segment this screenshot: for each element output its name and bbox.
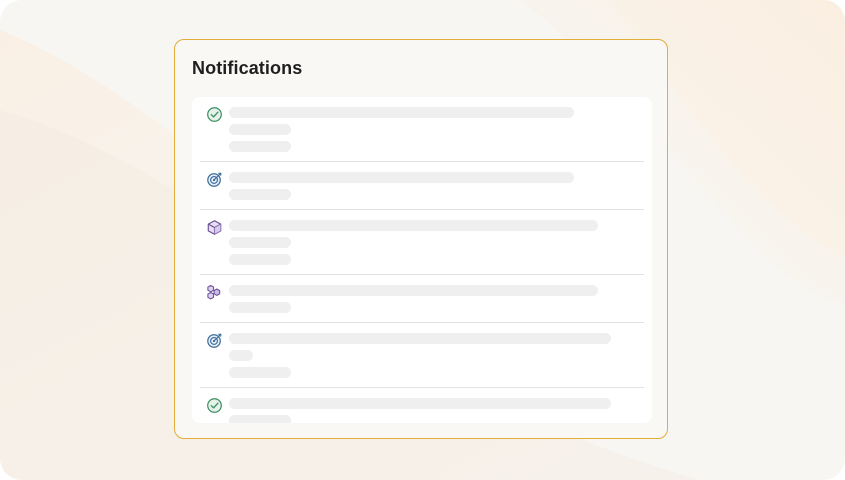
placeholder-line <box>229 172 574 183</box>
target-icon <box>206 171 223 188</box>
placeholder-line <box>229 398 611 409</box>
notifications-list-container[interactable] <box>192 97 652 423</box>
placeholder-lines <box>229 107 644 152</box>
hexagons-icon <box>206 284 223 301</box>
placeholder-line <box>229 237 291 248</box>
notification-item[interactable] <box>200 388 644 423</box>
cube-icon <box>206 219 223 236</box>
placeholder-line <box>229 107 574 118</box>
placeholder-line <box>229 285 598 296</box>
placeholder-line <box>229 367 291 378</box>
notification-item[interactable] <box>200 162 644 210</box>
panel-title: Notifications <box>192 58 303 78</box>
placeholder-lines <box>229 285 644 313</box>
notification-item[interactable] <box>200 210 644 275</box>
app-screen: Notifications <box>0 0 845 480</box>
notification-item[interactable] <box>200 97 644 162</box>
placeholder-line <box>229 141 291 152</box>
check-circle-icon <box>206 397 223 414</box>
placeholder-lines <box>229 398 644 423</box>
notification-item[interactable] <box>200 323 644 388</box>
placeholder-lines <box>229 172 644 200</box>
placeholder-line <box>229 350 253 361</box>
placeholder-line <box>229 220 598 231</box>
placeholder-lines <box>229 333 644 378</box>
placeholder-line <box>229 415 291 423</box>
placeholder-lines <box>229 220 644 265</box>
check-circle-icon <box>206 106 223 123</box>
notifications-list <box>192 97 652 423</box>
notification-item[interactable] <box>200 275 644 323</box>
placeholder-line <box>229 254 291 265</box>
placeholder-line <box>229 189 291 200</box>
placeholder-line <box>229 124 291 135</box>
placeholder-line <box>229 302 291 313</box>
target-icon <box>206 332 223 349</box>
placeholder-line <box>229 333 611 344</box>
notifications-panel: Notifications <box>174 39 668 439</box>
